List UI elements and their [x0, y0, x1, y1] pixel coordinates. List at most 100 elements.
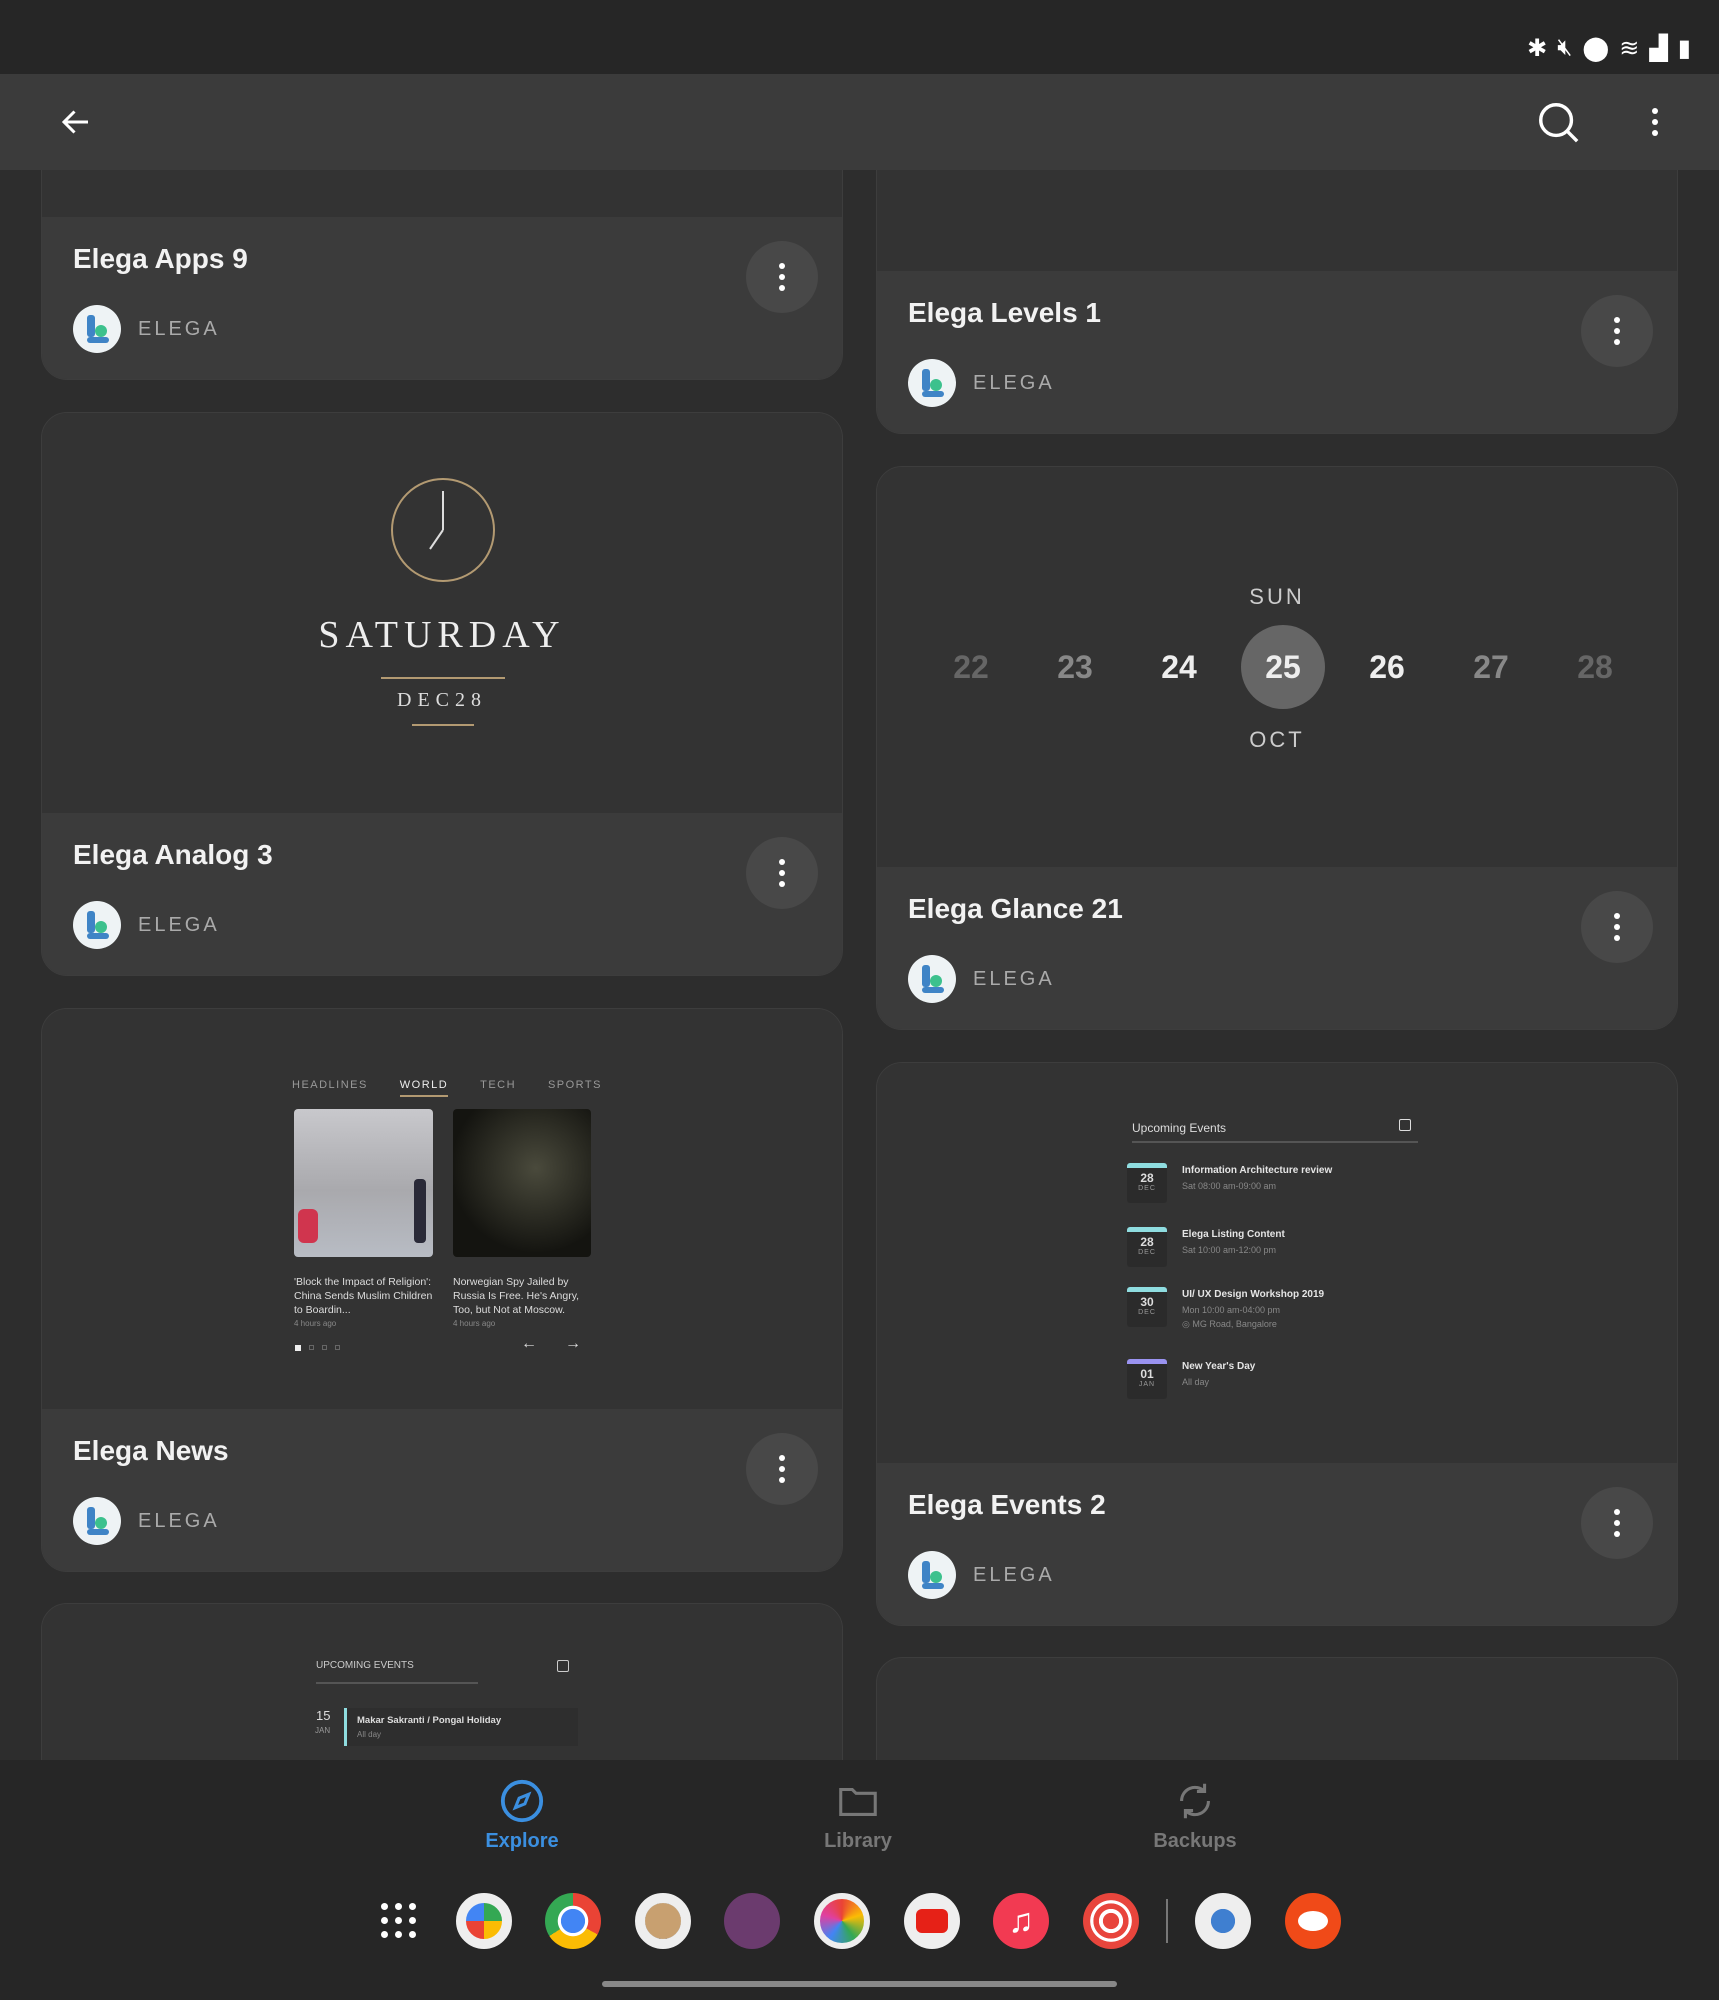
card-title: Elega Events 2	[908, 1489, 1106, 1520]
widget-card[interactable]: Upcoming Events 28 DEC Information Archite…	[876, 1062, 1678, 1626]
glance-month: OCT	[1249, 727, 1305, 752]
date-item[interactable]: 22	[929, 625, 1013, 709]
card-title: Elega Analog 3	[73, 839, 273, 870]
event-time: Sat 10:00 am-12:00 pm	[1182, 1245, 1277, 1255]
settings-icon[interactable]	[1195, 1893, 1251, 1949]
elega-logo	[908, 955, 956, 1003]
more-options-button[interactable]	[1627, 94, 1683, 150]
widget-preview: Upcoming Events 28 DEC Information Archite…	[877, 1063, 1677, 1464]
news-image	[294, 1109, 433, 1257]
location-icon: ⬤	[1582, 35, 1610, 62]
event-date-badge: 30 DEC	[1127, 1287, 1167, 1327]
card-info: Elega Levels 1 ELEGA	[877, 271, 1677, 433]
events-header: Upcoming Events	[1132, 1121, 1227, 1135]
card-more-button[interactable]	[1581, 1487, 1653, 1559]
card-more-button[interactable]	[746, 1433, 818, 1505]
home-indicator[interactable]	[602, 1981, 1117, 1987]
date-strip: 22 23 24 25 26 27 28	[929, 625, 1629, 709]
status-bar: ✱ 🔇︎ ⬤ ≋ ▟ ▮	[0, 0, 1719, 74]
date-item-selected[interactable]: 25	[1241, 625, 1325, 709]
news-headline[interactable]: Norwegian Spy Jailed by Russia Is Free. …	[453, 1275, 595, 1317]
app-drawer-icon[interactable]	[372, 1893, 428, 1949]
news-image	[453, 1109, 591, 1257]
next-arrow-icon[interactable]: →	[565, 1335, 581, 1353]
card-more-button[interactable]	[746, 241, 818, 313]
widget-card[interactable]: UPCOMING EVENTS 15 JAN Makar Sakranti / …	[41, 1603, 843, 1760]
nav-explore[interactable]: Explore	[422, 1778, 622, 1853]
widget-preview: UPCOMING EVENTS 15 JAN Makar Sakranti / …	[42, 1604, 842, 1760]
search-icon	[1539, 103, 1579, 143]
card-author: ELEGA	[908, 955, 1055, 1003]
news-tab[interactable]: SPORTS	[548, 1079, 602, 1097]
news-tab[interactable]: HEADLINES	[292, 1079, 368, 1097]
youtube-icon[interactable]	[904, 1893, 960, 1949]
widget-card[interactable]	[876, 1657, 1678, 1760]
wifi-icon: ≋	[1619, 35, 1640, 62]
news-tab[interactable]: TECH	[480, 1079, 516, 1097]
photos-icon[interactable]	[814, 1893, 870, 1949]
back-button[interactable]	[48, 94, 104, 150]
date-item[interactable]: 23	[1033, 625, 1117, 709]
bottom-navigation: Explore Library Backups	[0, 1760, 1719, 2000]
date-item[interactable]: 26	[1345, 625, 1429, 709]
widget-card[interactable]: SATURDAY DEC28 Elega Analog 3 ELEGA	[41, 412, 843, 976]
card-author: ELEGA	[908, 1551, 1055, 1599]
file-manager-icon[interactable]	[635, 1893, 691, 1949]
pocket-casts-icon[interactable]	[1083, 1893, 1139, 1949]
dock-divider	[1166, 1899, 1168, 1943]
widget-card[interactable]: Elega Levels 1 ELEGA	[876, 170, 1678, 434]
widget-preview: HEADLINES WORLD TECH SPORTS 'Block the I…	[42, 1009, 842, 1410]
compass-icon	[500, 1779, 544, 1823]
date-item[interactable]: 27	[1449, 625, 1533, 709]
location-pin-icon: ◎	[1182, 1319, 1193, 1329]
card-more-button[interactable]	[746, 837, 818, 909]
event-location: ◎ MG Road, Bangalore	[1182, 1319, 1277, 1329]
card-info: Elega Events 2 ELEGA	[877, 1463, 1677, 1625]
elega-logo	[73, 305, 121, 353]
widget-card[interactable]: Elega Apps 9 ELEGA	[41, 170, 843, 380]
event-date-badge: 28 DEC	[1127, 1163, 1167, 1203]
elega-logo	[73, 1497, 121, 1545]
event-date-badge: 01 JAN	[1127, 1359, 1167, 1399]
nav-backups[interactable]: Backups	[1095, 1778, 1295, 1853]
card-info: Elega Apps 9 ELEGA	[42, 217, 842, 379]
date-item[interactable]: 28	[1553, 625, 1637, 709]
news-tab-active[interactable]: WORLD	[399, 1079, 449, 1097]
more-icon	[779, 859, 785, 887]
date-item[interactable]: 24	[1137, 625, 1221, 709]
card-more-button[interactable]	[1581, 891, 1653, 963]
calendar-icon[interactable]	[1399, 1119, 1411, 1131]
event-item[interactable]: Makar Sakranti / Pongal Holiday All day	[344, 1708, 578, 1746]
calendar-icon[interactable]	[557, 1660, 569, 1672]
page-indicator	[295, 1345, 340, 1351]
more-icon	[1652, 108, 1658, 136]
mute-icon: 🔇︎	[1557, 34, 1573, 61]
news-headline[interactable]: 'Block the Impact of Religion': China Se…	[294, 1275, 436, 1317]
event-time: All day	[1182, 1377, 1210, 1387]
clock-day: SATURDAY	[318, 614, 566, 656]
widget-card[interactable]: HEADLINES WORLD TECH SPORTS 'Block the I…	[41, 1008, 843, 1572]
chrome-icon[interactable]	[545, 1893, 601, 1949]
reddit-icon[interactable]	[1285, 1893, 1341, 1949]
music-icon[interactable]: ♫	[993, 1893, 1049, 1949]
search-button[interactable]	[1530, 94, 1586, 150]
card-info: Elega Glance 21 ELEGA	[877, 867, 1677, 1029]
notes-icon[interactable]	[724, 1893, 780, 1949]
card-title: Elega News	[73, 1435, 229, 1466]
folder-icon	[839, 1787, 877, 1816]
top-app-bar	[0, 74, 1719, 170]
play-store-icon[interactable]	[456, 1893, 512, 1949]
elega-logo	[73, 901, 121, 949]
card-title: Elega Levels 1	[908, 297, 1102, 328]
card-info: Elega News ELEGA	[42, 1409, 842, 1571]
widget-card[interactable]: SUN 22 23 24 25 26 27 28 OCT Elega Glanc…	[876, 466, 1678, 1030]
clock-date: DEC28	[397, 689, 487, 711]
card-info: Elega Analog 3 ELEGA	[42, 813, 842, 975]
more-icon	[779, 1455, 785, 1483]
signal-icon: ▟	[1649, 35, 1668, 62]
battery-icon: ▮	[1677, 35, 1691, 62]
widget-grid: Elega Apps 9 ELEGA Elega Levels 1 ELEGA …	[0, 170, 1719, 1760]
prev-arrow-icon[interactable]: ←	[521, 1335, 537, 1353]
nav-library[interactable]: Library	[758, 1778, 958, 1853]
card-more-button[interactable]	[1581, 295, 1653, 367]
